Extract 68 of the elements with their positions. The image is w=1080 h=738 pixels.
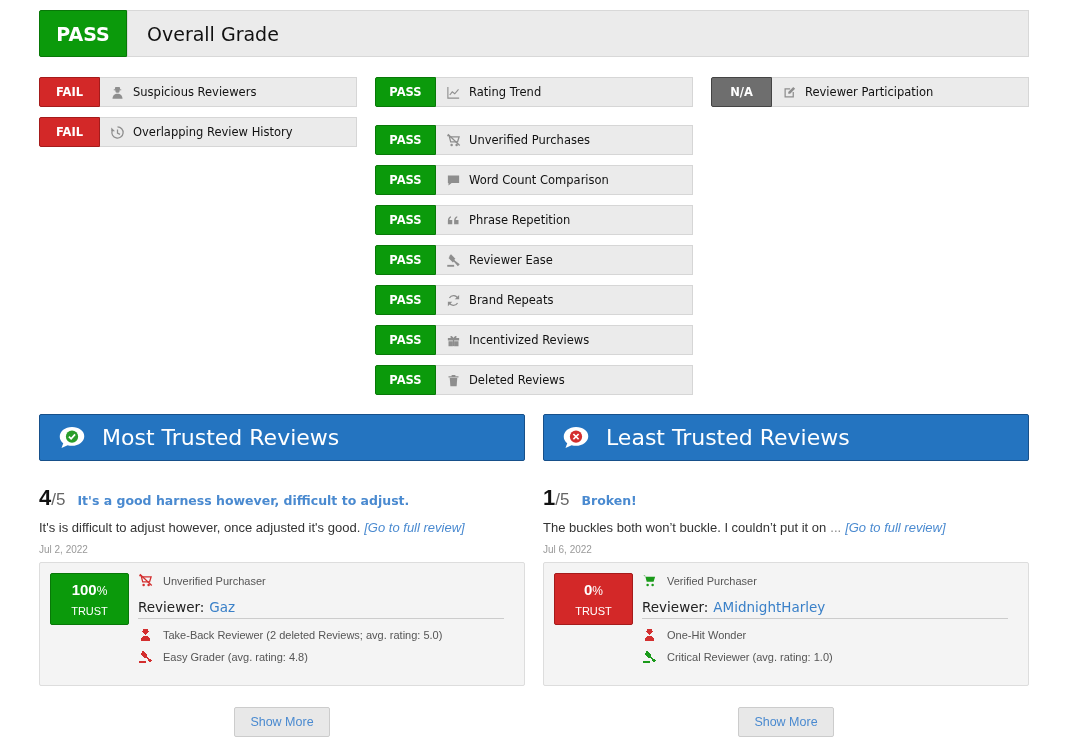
reviewer-flag-label: Take-Back Reviewer (2 deleted Reviews; avg. rating: 5.0): [163, 628, 443, 641]
trust-label: TRUST: [575, 605, 612, 617]
panel-title: Most Trusted Reviews: [102, 425, 340, 450]
trust-value: 0: [584, 581, 593, 598]
check-label: Deleted Reviews: [469, 373, 565, 387]
review-title-link[interactable]: It's a good harness however, difficult to adjust.: [77, 493, 410, 508]
comment-check-icon: [58, 425, 86, 450]
edit-icon: [782, 84, 797, 100]
review-text: The buckles both won’t buckle. I couldn’t put it on: [543, 520, 827, 535]
reviewer-flag-label: One-Hit Wonder: [667, 628, 747, 641]
result-badge: PASS: [375, 125, 436, 155]
rating-value: 1: [543, 485, 556, 511]
result-badge: PASS: [375, 205, 436, 235]
panel-title: Least Trusted Reviews: [606, 425, 850, 450]
result-badge: FAIL: [39, 77, 100, 107]
trust-unit: %: [592, 584, 603, 598]
review-text: It's is difficult to adjust however, once adjusted it's good.: [39, 520, 361, 535]
reviewer-flag-label: Easy Grader (avg. rating: 4.8): [163, 650, 308, 663]
cart-slash-icon: [138, 573, 153, 588]
rating-value: 4: [39, 485, 52, 511]
sync-icon: [446, 292, 461, 308]
result-badge: N/A: [711, 77, 772, 107]
result-badge: FAIL: [39, 117, 100, 147]
check-label: Reviewer Participation: [805, 85, 934, 99]
trash-icon: [446, 372, 461, 388]
full-review-link[interactable]: [Go to full review]: [364, 520, 465, 535]
reviewer-label: Reviewer:: [642, 599, 709, 615]
rating-scale: /5: [555, 490, 570, 510]
check-label: Brand Repeats: [469, 293, 554, 307]
result-badge: PASS: [375, 245, 436, 275]
check-label: Suspicious Reviewers: [133, 85, 257, 99]
comment-cross-icon: [562, 425, 590, 450]
check-label: Rating Trend: [469, 85, 542, 99]
cart-slash-icon: [446, 132, 461, 148]
reviewer-flag-label: Critical Reviewer (avg. rating: 1.0): [667, 650, 833, 663]
show-more-button[interactable]: Show More: [738, 707, 834, 737]
check-label: Unverified Purchases: [469, 133, 590, 147]
ellipsis: ...: [830, 520, 842, 535]
check-label: Incentivized Reviews: [469, 333, 590, 347]
purchase-status: Unverified Purchaser: [163, 574, 266, 587]
review-title-link[interactable]: Broken!: [581, 493, 637, 508]
show-more-button[interactable]: Show More: [234, 707, 330, 737]
line-chart-icon: [446, 84, 461, 100]
grade-badge: PASS: [39, 10, 127, 57]
reviewer-name-link[interactable]: Gaz: [209, 599, 236, 615]
check-label: Word Count Comparison: [469, 173, 609, 187]
trust-value: 100: [71, 581, 97, 598]
result-badge: PASS: [375, 285, 436, 315]
check-label: Overlapping Review History: [133, 125, 293, 139]
review-date: Jul 6, 2022: [543, 544, 593, 555]
check-label: Phrase Repetition: [469, 213, 571, 227]
history-icon: [110, 124, 125, 140]
result-badge: PASS: [375, 77, 436, 107]
full-review-link[interactable]: [Go to full review]: [845, 520, 946, 535]
spy-icon: [110, 84, 125, 100]
reviewer-label: Reviewer:: [138, 599, 205, 615]
check-label: Reviewer Ease: [469, 253, 553, 267]
rating-scale: /5: [51, 490, 66, 510]
result-badge: PASS: [375, 325, 436, 355]
result-badge: PASS: [375, 365, 436, 395]
trust-label: TRUST: [71, 605, 108, 617]
gavel-icon: [446, 252, 461, 268]
overall-grade-bar: Overall Grade: [127, 10, 1029, 57]
trust-unit: %: [96, 584, 108, 598]
reviewer-name-link[interactable]: AMidnightHarley: [713, 599, 826, 615]
purchase-status: Verified Purchaser: [667, 574, 757, 587]
result-badge: PASS: [375, 165, 436, 195]
review-date: Jul 2, 2022: [39, 544, 89, 555]
